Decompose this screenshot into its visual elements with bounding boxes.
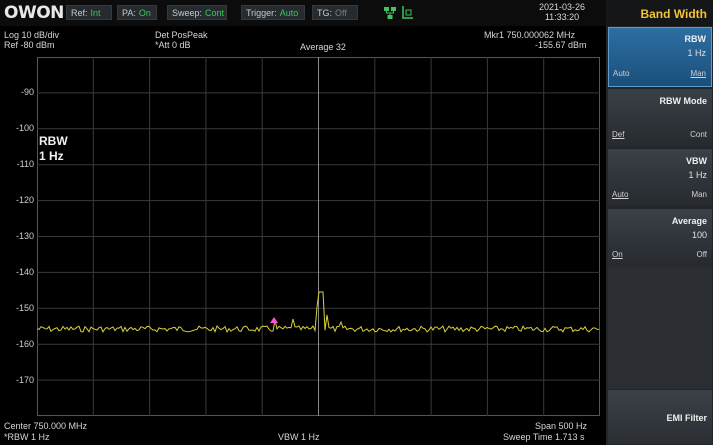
rbw-softkey-title: RBW — [684, 34, 707, 44]
y-tick-label: -90 — [20, 87, 34, 97]
average-softkey-title: Average — [671, 216, 707, 226]
average-text: Average 32 — [300, 42, 346, 52]
panel-title: Band Width — [606, 0, 713, 26]
emi-filter-softkey-title: EMI Filter — [666, 413, 707, 423]
date-text: 2021-03-26 — [538, 2, 586, 12]
tg-label: TG: — [317, 8, 332, 18]
vbw-softkey-value: 1 Hz — [688, 170, 707, 180]
rbw-man-option[interactable]: Man — [690, 69, 706, 78]
average-softkey[interactable]: Average 100 On Off — [608, 209, 712, 267]
tg-value: Off — [335, 8, 347, 18]
average-off-option[interactable]: Off — [696, 250, 707, 259]
trigger-label: Trigger: — [246, 8, 277, 18]
tg-status-chip[interactable]: TG: Off — [312, 5, 358, 20]
brand-logo: OWON — [4, 3, 64, 23]
detector-text: Det PosPeak — [155, 30, 208, 40]
sweep-status-chip[interactable]: Sweep: Cont — [167, 5, 227, 20]
ref-level-text: Ref -80 dBm — [4, 40, 55, 50]
empty-softkey-area — [608, 267, 712, 389]
sweep-time-text: Sweep Time 1.713 s — [503, 432, 585, 442]
softkey-panel: Band Width RBW 1 Hz Auto Man RBW Mode De… — [606, 0, 713, 445]
attenuation-text: *Att 0 dB — [155, 40, 191, 50]
y-tick-label: -160 — [15, 339, 34, 349]
rbw-bottom-text: *RBW 1 Hz — [4, 432, 50, 442]
y-tick-label: -110 — [16, 159, 34, 169]
spectrum-plot[interactable] — [37, 57, 600, 416]
sweep-label: Sweep: — [172, 8, 203, 18]
y-tick-label: -150 — [15, 303, 34, 313]
status-bar: OWON Ref: Int PA: On Sweep: Cont Trigger: Au… — [0, 0, 606, 26]
span-text: Span 500 Hz — [535, 421, 588, 431]
rbw-annotation-label: RBW — [39, 134, 68, 148]
rbw-mode-def-option[interactable]: Def — [612, 130, 624, 139]
rbw-mode-softkey-title: RBW Mode — [659, 96, 708, 106]
vbw-man-option[interactable]: Man — [691, 190, 707, 199]
center-freq-text: Center 750.000 MHz — [4, 421, 88, 431]
rbw-mode-softkey[interactable]: RBW Mode Def Cont — [608, 89, 712, 147]
date-time: 2021-03-26 11:33:20 — [520, 2, 604, 22]
trigger-value: Auto — [279, 8, 299, 18]
average-softkey-value: 100 — [691, 230, 707, 240]
y-tick-label: -140 — [15, 267, 34, 277]
sweep-value: Cont — [205, 8, 225, 18]
y-tick-label: -120 — [15, 195, 34, 205]
rbw-softkey[interactable]: RBW 1 Hz Auto Man — [608, 27, 712, 87]
marker-level-text: -155.67 dBm — [535, 40, 587, 50]
rbw-auto-option[interactable]: Auto — [613, 69, 629, 78]
pa-value: On — [138, 8, 151, 18]
vbw-bottom-text: VBW 1 Hz — [278, 432, 320, 442]
y-tick-label: -170 — [15, 375, 34, 385]
rbw-annotation-value: 1 Hz — [39, 149, 64, 163]
marker-freq-text: Mkr1 750.000062 MHz — [484, 30, 576, 40]
rbw-mode-cont-option[interactable]: Cont — [690, 130, 707, 139]
usb-icon — [401, 4, 415, 20]
rbw-annotation: RBW 1 Hz — [39, 134, 68, 164]
ref-status-chip[interactable]: Ref: Int — [66, 5, 112, 20]
ref-value: Int — [90, 8, 101, 18]
pa-status-chip[interactable]: PA: On — [117, 5, 157, 20]
vbw-softkey-title: VBW — [686, 156, 707, 166]
y-tick-label: -100 — [15, 123, 34, 133]
vbw-auto-option[interactable]: Auto — [612, 190, 628, 199]
rbw-softkey-value: 1 Hz — [687, 48, 706, 58]
time-text: 11:33:20 — [544, 12, 580, 22]
trigger-status-chip[interactable]: Trigger: Auto — [241, 5, 305, 20]
marker-1[interactable] — [270, 317, 278, 323]
average-on-option[interactable]: On — [612, 250, 623, 259]
pa-label: PA: — [122, 8, 136, 18]
scale-text: Log 10 dB/div — [4, 30, 60, 40]
y-tick-label: -130 — [15, 231, 34, 241]
ref-label: Ref: — [71, 8, 88, 18]
emi-filter-softkey[interactable]: EMI Filter — [608, 390, 712, 444]
vbw-softkey[interactable]: VBW 1 Hz Auto Man — [608, 149, 712, 207]
